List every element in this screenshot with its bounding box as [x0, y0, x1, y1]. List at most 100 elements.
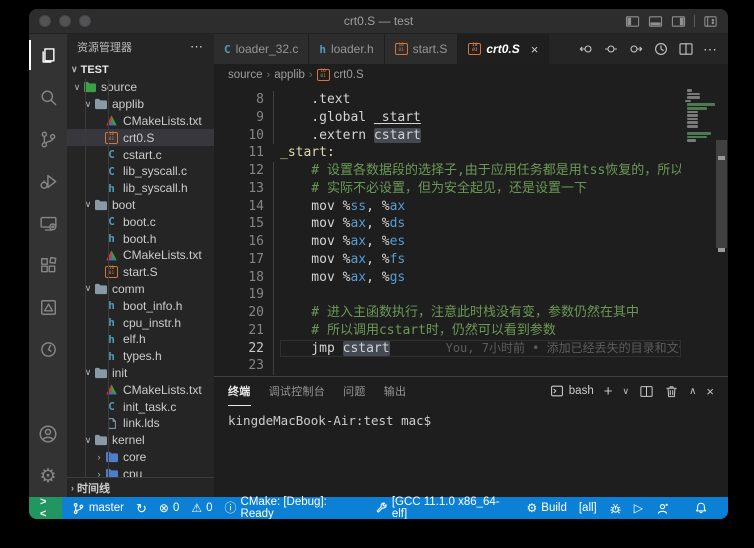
tree-item-start.s[interactable]: 1001start.S: [67, 264, 214, 281]
status-item-label: [all]: [579, 502, 597, 514]
terminal-dropdown-icon[interactable]: ∨: [622, 386, 629, 397]
activity-bar-item-explorer[interactable]: [29, 34, 67, 76]
shell-selector[interactable]: bash: [550, 384, 594, 398]
code-line-18: 18 mov %ax, %gs: [214, 269, 681, 287]
split-terminal-icon[interactable]: [639, 384, 654, 399]
tab-loader.h[interactable]: hloader.h: [309, 34, 384, 64]
terminal-box-icon: [550, 384, 564, 398]
status-item-build-target[interactable]: [all]: [573, 497, 603, 519]
panel-tab-terminal[interactable]: 终端: [228, 377, 251, 406]
editor-scrollbar[interactable]: [715, 86, 728, 376]
timeline-section[interactable]: › 时间线: [67, 477, 214, 497]
status-item-cmake-kit[interactable]: [GCC 11.1.0 x86_64-elf]: [369, 497, 521, 519]
tree-item-applib[interactable]: ∨applib: [67, 96, 214, 113]
tree-root-row[interactable]: ∨ TEST: [67, 60, 214, 79]
close-panel-icon[interactable]: ×: [706, 384, 714, 399]
editor-area: Cloader_32.chloader.h1001start.S1001crt0…: [214, 34, 728, 497]
activity-bar-item-search[interactable]: [29, 76, 67, 118]
tree-item-kernel[interactable]: ∨kernel: [67, 432, 214, 449]
status-item-sync[interactable]: ↻: [130, 497, 153, 519]
tree-item-init[interactable]: ∨init: [67, 365, 214, 382]
breadcrumb-item-applib[interactable]: applib: [274, 69, 305, 81]
tree-item-label: boot_info.h: [123, 299, 182, 313]
tree-item-boot.h[interactable]: hboot.h: [67, 230, 214, 247]
tree-item-cpu_instr.h[interactable]: hcpu_instr.h: [67, 314, 214, 331]
activity-bar-item-extensions[interactable]: [29, 244, 67, 286]
tree-item-boot[interactable]: ∨boot: [67, 197, 214, 214]
trash-icon[interactable]: [664, 384, 679, 399]
activity-bar-item-cmake[interactable]: [29, 286, 67, 328]
status-item-git-branch[interactable]: master: [66, 497, 130, 519]
tree-item-cmakelists.txt[interactable]: CMakeLists.txt: [67, 247, 214, 264]
tree-item-elf.h[interactable]: helf.h: [67, 331, 214, 348]
activity-bar-item-source-control[interactable]: [29, 118, 67, 160]
terminal-output[interactable]: kingdeMacBook-Air:test mac$: [214, 405, 728, 497]
toggle-panel-icon[interactable]: [648, 14, 663, 29]
tree-item-types.h[interactable]: htypes.h: [67, 348, 214, 365]
status-item-launch-target[interactable]: ▷: [628, 497, 649, 519]
tab-start.s[interactable]: 1001start.S: [385, 34, 459, 64]
breadcrumb-item-source[interactable]: source: [228, 69, 263, 81]
status-item-remote-indicator[interactable]: ><: [29, 497, 62, 519]
panel-tab-item[interactable]: 问题: [343, 377, 366, 406]
code-line-21: 21 # 所以调用cstart时，仍然可以看到参数: [214, 322, 681, 340]
tree-item-comm[interactable]: ∨comm: [67, 281, 214, 298]
tree-item-crt0.s[interactable]: 1001crt0.S: [67, 129, 214, 146]
code-editor[interactable]: 8 .text9 .global _start10 .extern cstart…: [214, 86, 681, 376]
tree-item-lib_syscall.h[interactable]: hlib_syscall.h: [67, 180, 214, 197]
history-icon[interactable]: [653, 41, 669, 57]
tab-loader_32.c[interactable]: Cloader_32.c: [214, 34, 309, 64]
status-item-notifications[interactable]: [688, 497, 714, 519]
panel-tab-item[interactable]: 调试控制台: [269, 377, 326, 406]
new-terminal-icon[interactable]: +: [604, 383, 613, 400]
more-actions-icon[interactable]: ⋯: [190, 39, 204, 55]
tree-item-lib_syscall.c[interactable]: Clib_syscall.c: [67, 163, 214, 180]
folder-icon: [104, 468, 119, 477]
status-item-cmake-build[interactable]: ⚙Build: [521, 497, 573, 519]
status-item-cmake-status[interactable]: ⓘCMake: [Debug]: Ready: [219, 497, 369, 519]
minimize-window-button[interactable]: [59, 15, 71, 27]
tree-item-source[interactable]: ∨source: [67, 79, 214, 96]
close-window-button[interactable]: [39, 15, 51, 27]
close-tab-icon[interactable]: ×: [531, 42, 539, 57]
tree-item-link.lds[interactable]: link.lds: [67, 415, 214, 432]
customize-layout-icon[interactable]: [703, 14, 718, 29]
zoom-window-button[interactable]: [79, 15, 91, 27]
tree-item-cpu[interactable]: ›cpu: [67, 465, 214, 477]
activity-bar-item-timer[interactable]: [29, 328, 67, 370]
minimap-line: [687, 93, 700, 96]
maximize-panel-icon[interactable]: ∧: [689, 386, 696, 397]
code-line-13: 13 # 实际不必设置，但为安全起见，还是设置一下: [214, 180, 681, 198]
minimap[interactable]: [681, 86, 715, 376]
activity-bar-item-settings[interactable]: ⚙: [29, 455, 67, 497]
status-item-warnings[interactable]: ⚠0: [185, 497, 218, 519]
activity-bar-item-accounts[interactable]: [29, 413, 67, 455]
tree-item-boot.c[interactable]: Cboot.c: [67, 213, 214, 230]
line-text: mov %ax, %es: [280, 233, 405, 251]
tab-crt0.s[interactable]: 1001crt0.S×: [458, 34, 549, 64]
panel-tab-item[interactable]: 输出: [384, 377, 407, 406]
nav-back-icon[interactable]: [578, 41, 594, 57]
tree-item-init_task.c[interactable]: Cinit_task.c: [67, 398, 214, 415]
activity-bar-item-run-debug[interactable]: [29, 160, 67, 202]
status-item-feedback[interactable]: [649, 497, 676, 519]
status-item-errors[interactable]: ⊗0: [153, 497, 185, 519]
breadcrumb-item-crt0.s[interactable]: 1001crt0.S: [317, 69, 364, 81]
tree-item-boot_info.h[interactable]: hboot_info.h: [67, 297, 214, 314]
toggle-sidebar-right-icon[interactable]: [671, 14, 686, 29]
line-number: 21: [214, 322, 280, 340]
status-item-debug-target[interactable]: [603, 497, 628, 519]
tree-item-cstart.c[interactable]: Ccstart.c: [67, 146, 214, 163]
tree-item-cmakelists.txt[interactable]: CMakeLists.txt: [67, 381, 214, 398]
folder-icon: [104, 451, 119, 463]
nav-mid-icon[interactable]: [603, 41, 619, 57]
line-text: .global _start: [280, 109, 421, 127]
more-actions-icon[interactable]: ⋯: [703, 41, 718, 58]
split-editor-icon[interactable]: [678, 41, 694, 57]
toggle-sidebar-left-icon[interactable]: [625, 14, 640, 29]
tree-item-cmakelists.txt[interactable]: CMakeLists.txt: [67, 113, 214, 130]
nav-forward-icon[interactable]: [628, 41, 644, 57]
editor-tabs: Cloader_32.chloader.h1001start.S1001crt0…: [214, 34, 549, 64]
tree-item-core[interactable]: ›core: [67, 449, 214, 466]
activity-bar-item-remote-explorer[interactable]: [29, 202, 67, 244]
